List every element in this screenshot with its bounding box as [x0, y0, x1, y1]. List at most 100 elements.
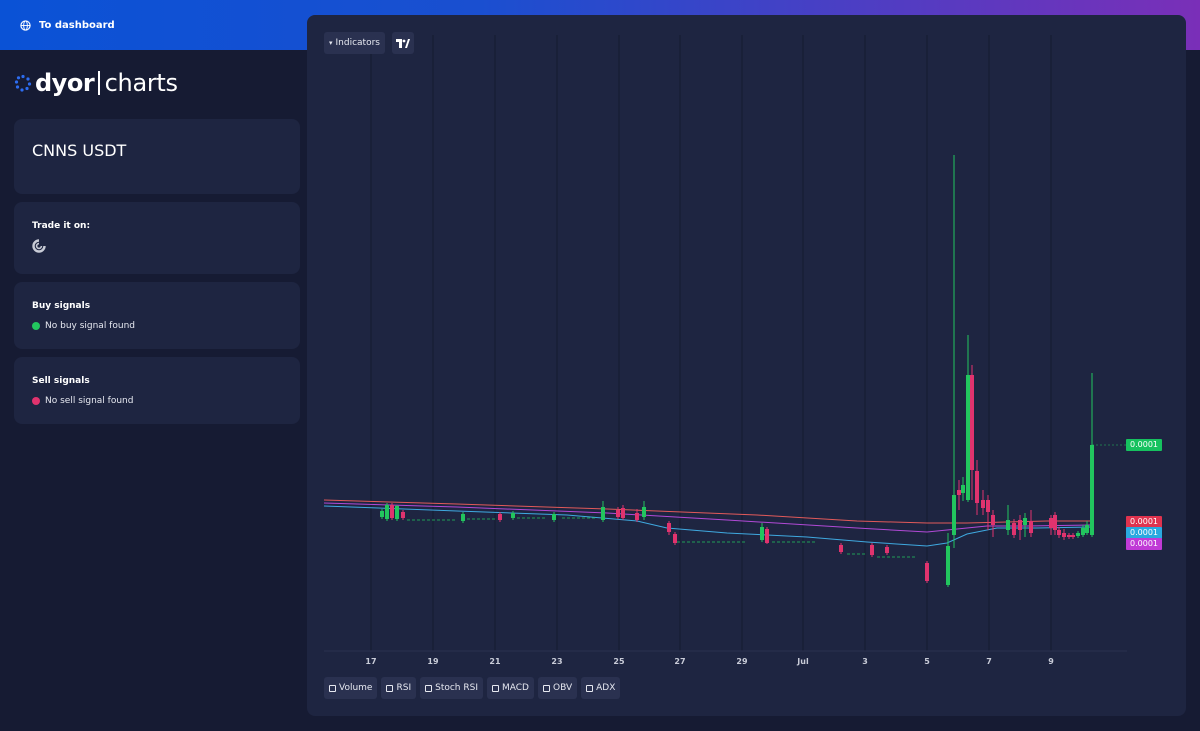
toggle-adx[interactable]: ADX: [581, 677, 621, 699]
ema-line-red: [323, 499, 1091, 524]
x-tick-label: 17: [365, 657, 376, 666]
candle-up: [1085, 525, 1089, 533]
candle-up: [760, 527, 764, 540]
indicator-toggle-bar: Volume RSI Stoch RSI MACD OBV ADX: [324, 677, 621, 699]
x-tick-label: 21: [489, 657, 501, 666]
x-tick-label: 7: [986, 657, 992, 666]
x-tick-label: 25: [613, 657, 625, 666]
indicators-button[interactable]: ▾ Indicators: [324, 32, 385, 54]
toggle-stoch-rsi-label: Stoch RSI: [435, 683, 478, 693]
buy-status-dot-icon: [32, 322, 40, 330]
toggle-obv-label: OBV: [552, 683, 573, 693]
buy-signal-text: No buy signal found: [45, 321, 135, 331]
candle-down: [1062, 533, 1066, 537]
x-tick-label: 3: [862, 657, 868, 666]
price-label-last: 0.0001: [1126, 439, 1162, 451]
candle-down: [970, 375, 974, 470]
candle-down: [1053, 515, 1057, 530]
x-tick-label: 5: [924, 657, 930, 666]
checkbox-icon: [542, 684, 550, 692]
to-dashboard-link[interactable]: To dashboard: [20, 17, 115, 33]
toggle-macd-label: MACD: [502, 683, 529, 693]
candle-up: [1006, 520, 1010, 530]
to-dashboard-label: To dashboard: [39, 19, 115, 31]
tradingview-button[interactable]: [392, 32, 414, 54]
candle-up: [966, 375, 970, 500]
x-tick-label: 23: [551, 657, 562, 666]
tradingview-icon: [396, 38, 410, 48]
pair-title: CNNS USDT: [32, 141, 127, 160]
candle-down: [616, 510, 620, 517]
candle-down: [986, 500, 990, 512]
candle-up: [961, 485, 965, 493]
buy-signal-status: No buy signal found: [32, 321, 135, 331]
candle-down: [981, 500, 985, 508]
candle-down: [870, 545, 874, 555]
toggle-adx-label: ADX: [596, 683, 616, 693]
pair-card: CNNS USDT: [14, 119, 300, 194]
candle-down: [1067, 535, 1071, 537]
toggle-obv[interactable]: OBV: [537, 677, 578, 699]
candle-down: [1049, 518, 1053, 528]
chart-panel: 17 19 21 23 25 27 29 Jul 3 5 7 9 ▾ Indicators 0.000…: [307, 15, 1186, 716]
candle-up: [461, 514, 465, 521]
candle-up: [395, 506, 399, 519]
price-label-ema-purple: 0.0001: [1126, 538, 1162, 550]
trade-card: Trade it on:: [14, 202, 300, 274]
candle-down: [401, 512, 405, 518]
candle-down: [635, 513, 639, 520]
candle-down: [975, 471, 979, 503]
candle-up: [511, 513, 515, 518]
sell-signals-card: Sell signals No sell signal found: [14, 357, 300, 424]
toggle-macd[interactable]: MACD: [487, 677, 534, 699]
buy-signals-card: Buy signals No buy signal found: [14, 282, 300, 349]
logo-separator: [98, 71, 100, 95]
candle-down: [1012, 523, 1016, 535]
toggle-rsi[interactable]: RSI: [381, 677, 417, 699]
candle-down: [765, 529, 769, 543]
toggle-volume-label: Volume: [339, 683, 373, 693]
x-tick-label: 19: [427, 657, 439, 666]
candle-down: [621, 508, 625, 518]
x-tick-label: 9: [1048, 657, 1054, 666]
candle-up: [1076, 533, 1080, 536]
toggle-stoch-rsi[interactable]: Stoch RSI: [420, 677, 483, 699]
price-chart[interactable]: 17 19 21 23 25 27 29 Jul 3 5 7 9: [307, 15, 1186, 716]
checkbox-icon: [425, 684, 433, 692]
candle-down: [839, 545, 843, 552]
candle-up: [952, 495, 956, 535]
x-tick-label: 27: [674, 657, 685, 666]
dyor-charts-logo[interactable]: dyor charts: [14, 68, 178, 98]
candle-down: [957, 490, 961, 495]
exchange-logo-icon[interactable]: [32, 239, 46, 253]
x-tick-label: 29: [736, 657, 748, 666]
checkbox-icon: [586, 684, 594, 692]
candle-up: [946, 546, 950, 585]
toggle-rsi-label: RSI: [396, 683, 412, 693]
toggle-volume[interactable]: Volume: [324, 677, 378, 699]
candle-up: [1023, 518, 1027, 525]
sell-signals-heading: Sell signals: [32, 376, 90, 386]
ema-line-purple: [323, 502, 1092, 533]
candle-down: [925, 563, 929, 581]
candle-down: [390, 505, 394, 518]
candle-down: [1071, 535, 1075, 537]
checkbox-icon: [386, 684, 394, 692]
candle-up: [385, 505, 389, 519]
candle-down: [667, 523, 671, 532]
candle-down: [673, 534, 677, 543]
x-tick-label: Jul: [796, 657, 809, 666]
sell-signal-status: No sell signal found: [32, 396, 133, 406]
candle-up: [380, 511, 384, 517]
globe-icon: [20, 19, 31, 31]
candle-up: [601, 507, 605, 520]
ema-line-blue: [323, 505, 1092, 547]
candle-up: [552, 514, 556, 520]
checkbox-icon: [329, 684, 336, 692]
candle-up: [642, 507, 646, 517]
buy-signals-heading: Buy signals: [32, 301, 91, 311]
candle-down: [1029, 521, 1033, 533]
candle-up: [1081, 528, 1085, 535]
candle-up: [1090, 445, 1094, 535]
sell-status-dot-icon: [32, 397, 40, 405]
